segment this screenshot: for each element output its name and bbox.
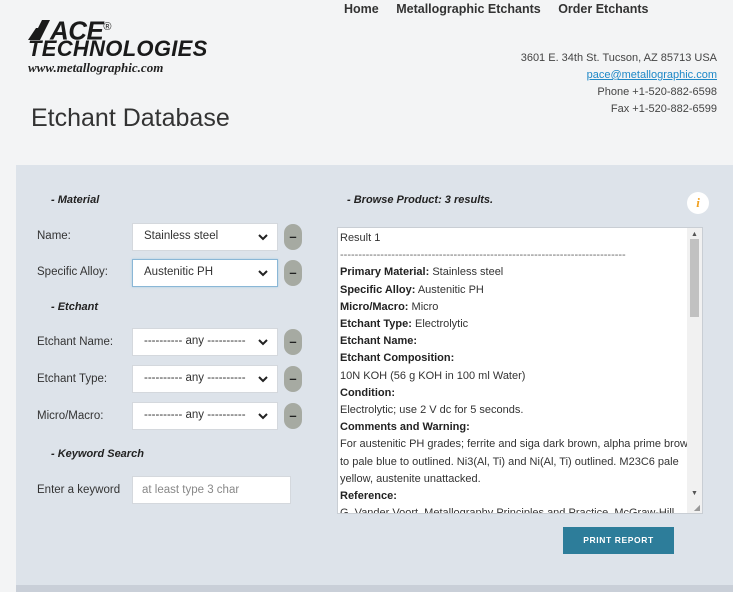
etchant-type-select[interactable]: ---------- any ---------- bbox=[132, 365, 278, 393]
micro-macro-select[interactable]: ---------- any ---------- bbox=[132, 402, 278, 430]
panel-bottom-border bbox=[16, 585, 733, 592]
keyword-input[interactable]: at least type 3 char bbox=[132, 476, 291, 504]
comments-label: Comments and Warning: bbox=[340, 421, 470, 434]
etchant-name-field-label: Etchant Name: bbox=[340, 335, 418, 348]
etchant-name-value: ---------- any ---------- bbox=[144, 335, 246, 347]
email-link[interactable]: pace@metallographic.com bbox=[521, 67, 717, 84]
chevron-down-icon bbox=[258, 413, 268, 420]
etchant-section-title: - Etchant bbox=[51, 301, 99, 313]
page-title: Etchant Database bbox=[31, 104, 230, 132]
specific-alloy-label: Specific Alloy: bbox=[37, 266, 108, 278]
composition-value: 10N KOH (56 g KOH in 100 ml Water) bbox=[340, 369, 526, 382]
info-icon[interactable]: i bbox=[687, 192, 709, 214]
phone-text: Phone +1-520-882-6598 bbox=[597, 86, 717, 98]
results-content: Result 1 -------------------------------… bbox=[338, 228, 695, 514]
nav-home[interactable]: Home bbox=[344, 2, 379, 16]
remove-etchant-name-filter-button[interactable]: – bbox=[284, 329, 302, 355]
composition-label: Etchant Composition: bbox=[340, 352, 455, 365]
etchant-name-select[interactable]: ---------- any ---------- bbox=[132, 328, 278, 356]
micro-macro-value: ---------- any ---------- bbox=[144, 409, 246, 421]
resize-handle-icon[interactable]: ◢ bbox=[694, 503, 700, 512]
micro-macro-label: Micro/Macro: bbox=[37, 410, 104, 422]
reference-value: G. Vander Voort, Metallography Principle… bbox=[340, 507, 675, 514]
company-logo[interactable]: ACE® TECHNOLOGIES www.metallographic.com bbox=[28, 14, 218, 76]
keyword-label: Enter a keyword bbox=[37, 484, 121, 496]
contact-info: 3601 E. 34th St. Tucson, AZ 85713 USA pa… bbox=[521, 50, 717, 118]
comments-line-1: For austenitic PH grades; ferrite and si… bbox=[340, 438, 695, 451]
logo-technologies-text: TECHNOLOGIES bbox=[28, 36, 208, 61]
chevron-down-icon bbox=[258, 339, 268, 346]
condition-label: Condition: bbox=[340, 386, 395, 399]
etchant-type-value: ---------- any ---------- bbox=[144, 372, 246, 384]
nav-order-etchants[interactable]: Order Etchants bbox=[558, 2, 648, 16]
fax-text: Fax +1-520-882-6599 bbox=[610, 103, 717, 115]
logo-website: www.metallographic.com bbox=[28, 60, 164, 75]
top-navigation: Home Metallographic Etchants Order Etcha… bbox=[344, 2, 663, 16]
chevron-down-icon bbox=[258, 234, 268, 241]
etchant-type-field-value: Electrolytic bbox=[414, 318, 469, 331]
primary-material-label: Primary Material: bbox=[340, 266, 430, 279]
specific-alloy-field-label: Specific Alloy: bbox=[340, 283, 416, 296]
etchant-name-label: Etchant Name: bbox=[37, 336, 114, 348]
micro-macro-field-value: Micro bbox=[411, 300, 439, 313]
condition-value: Electrolytic; use 2 V dc for 5 seconds. bbox=[340, 404, 524, 417]
result-heading: Result 1 bbox=[340, 232, 381, 244]
browse-section-title: - Browse Product: 3 results. bbox=[347, 194, 494, 206]
remove-alloy-filter-button[interactable]: – bbox=[284, 260, 302, 286]
address-text: 3601 E. 34th St. Tucson, AZ 85713 USA bbox=[520, 52, 717, 64]
scrollbar-thumb[interactable] bbox=[690, 239, 699, 317]
material-name-select[interactable]: Stainless steel bbox=[132, 223, 278, 251]
specific-alloy-value: Austenitic PH bbox=[144, 266, 214, 278]
nav-metallographic-etchants[interactable]: Metallographic Etchants bbox=[396, 2, 540, 16]
chevron-down-icon bbox=[258, 376, 268, 383]
reference-label: Reference: bbox=[340, 490, 397, 503]
remove-name-filter-button[interactable]: – bbox=[284, 224, 302, 250]
remove-micro-macro-filter-button[interactable]: – bbox=[284, 403, 302, 429]
keyword-section-title: - Keyword Search bbox=[51, 448, 144, 460]
micro-macro-field-label: Micro/Macro: bbox=[340, 300, 409, 313]
etchant-type-field-label: Etchant Type: bbox=[340, 318, 412, 331]
comments-line-3: yellow, austenite unattacked. bbox=[340, 472, 481, 485]
results-textarea[interactable]: Result 1 -------------------------------… bbox=[337, 227, 703, 514]
chevron-down-icon bbox=[258, 270, 268, 277]
comments-line-2: to pale blue to outlined. Ni3(Al, Ti) an… bbox=[340, 455, 679, 468]
name-label: Name: bbox=[37, 230, 71, 242]
print-report-button[interactable]: PRINT REPORT bbox=[563, 527, 674, 554]
remove-etchant-type-filter-button[interactable]: – bbox=[284, 366, 302, 392]
scroll-up-arrow-icon[interactable]: ▲ bbox=[691, 231, 698, 238]
primary-material-value: Stainless steel bbox=[432, 266, 504, 279]
specific-alloy-select[interactable]: Austenitic PH bbox=[132, 259, 278, 287]
scroll-down-arrow-icon[interactable]: ▼ bbox=[691, 490, 698, 497]
etchant-type-label: Etchant Type: bbox=[37, 373, 108, 385]
results-scrollbar[interactable]: ▲ ▼ bbox=[687, 228, 702, 513]
result-divider: ----------------------------------------… bbox=[340, 249, 626, 262]
material-section-title: - Material bbox=[51, 194, 100, 206]
specific-alloy-field-value: Austenitic PH bbox=[417, 283, 484, 296]
material-name-value: Stainless steel bbox=[144, 230, 219, 242]
